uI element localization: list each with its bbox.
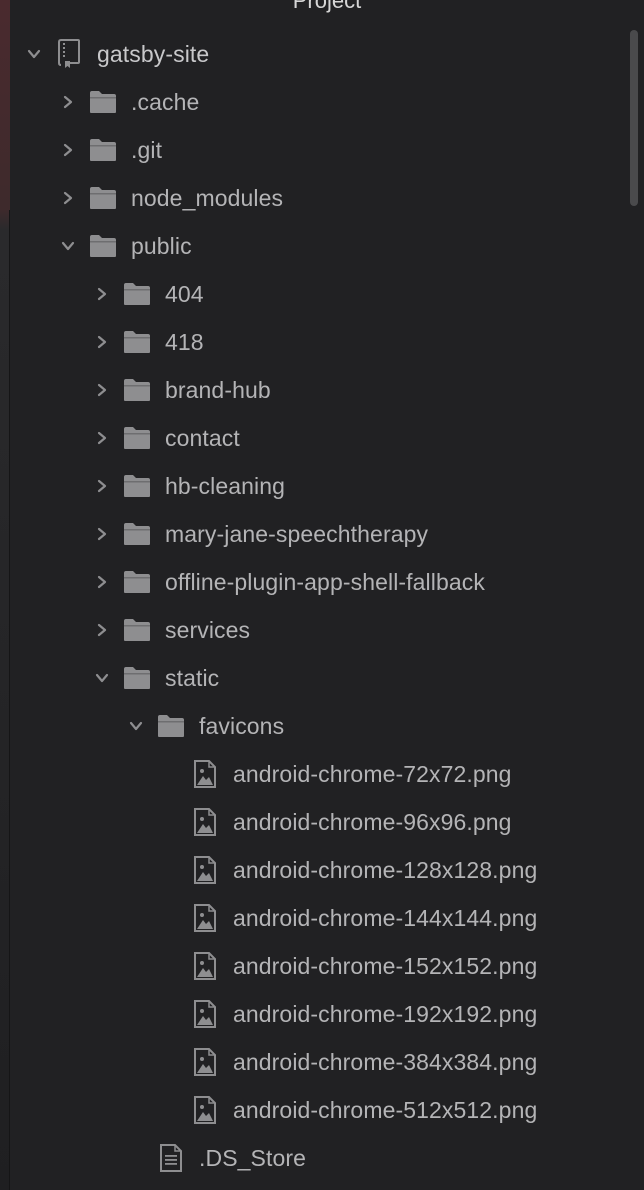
tree-item-label: android-chrome-144x144.png [233,904,538,931]
tree-item-label: 404 [165,280,204,307]
tree-item-label: contact [165,424,240,451]
folder-icon [89,184,117,212]
chevron-right-icon[interactable] [95,622,109,638]
tree-item-label: favicons [199,712,285,739]
tree-item-label: mary-jane-speechtherapy [165,520,429,547]
folder-icon [123,280,151,308]
tree-item-label: android-chrome-152x152.png [233,952,538,979]
tree-folder-row[interactable]: node_modules [10,174,630,222]
tree-file-row[interactable]: android-chrome-152x152.png [10,942,630,990]
tree-item-label: static [165,664,220,691]
tree-item-label: android-chrome-192x192.png [233,1000,538,1027]
image-file-icon [191,1000,219,1028]
chevron-right-icon[interactable] [61,142,75,158]
tree-folder-row[interactable]: static [10,654,630,702]
chevron-right-icon[interactable] [95,286,109,302]
tree-file-row[interactable]: .DS_Store [10,1134,630,1182]
tree-folder-row[interactable]: 404 [10,270,630,318]
folder-icon [123,568,151,596]
chevron-right-icon[interactable] [95,430,109,446]
repo-icon [55,39,83,68]
chevron-down-icon[interactable] [61,238,75,254]
tree-item-label: .git [131,136,163,163]
tree-item-label: 418 [165,328,204,355]
tree-item-label: gatsby-site [97,40,210,67]
chevron-right-icon[interactable] [95,574,109,590]
tree-folder-row[interactable]: hb-cleaning [10,462,630,510]
chevron-down-icon[interactable] [95,670,109,686]
tree-folder-row[interactable]: favicons [10,702,630,750]
text-file-icon [157,1144,185,1172]
tree-item-label: android-chrome-72x72.png [233,760,512,787]
tree-file-row[interactable]: android-chrome-144x144.png [10,894,630,942]
file-tree: gatsby-site .cache .git node_modulespublic 4… [10,30,630,1182]
tree-folder-row[interactable]: .git [10,126,630,174]
tree-item-label: brand-hub [165,376,271,403]
tree-item-label: android-chrome-96x96.png [233,808,512,835]
tree-file-row[interactable]: android-chrome-96x96.png [10,798,630,846]
chevron-right-icon[interactable] [95,478,109,494]
tree-item-label: android-chrome-512x512.png [233,1096,538,1123]
image-file-icon [191,856,219,884]
chevron-right-icon[interactable] [61,190,75,206]
tree-item-label: offline-plugin-app-shell-fallback [165,568,485,595]
tree-folder-row[interactable]: mary-jane-speechtherapy [10,510,630,558]
chevron-down-icon[interactable] [27,46,41,62]
tree-file-row[interactable]: android-chrome-192x192.png [10,990,630,1038]
tree-folder-row[interactable]: contact [10,414,630,462]
tree-folder-row[interactable]: .cache [10,78,630,126]
panel-title: Project [292,0,362,13]
tree-folder-row[interactable]: gatsby-site [10,30,630,78]
tree-file-row[interactable]: android-chrome-128x128.png [10,846,630,894]
image-file-icon [191,1048,219,1076]
image-file-icon [191,808,219,836]
tree-file-row[interactable]: android-chrome-72x72.png [10,750,630,798]
folder-icon [123,424,151,452]
folder-icon [89,232,117,260]
tree-item-label: public [131,232,192,259]
chevron-down-icon[interactable] [129,718,143,734]
tree-item-label: services [165,616,251,643]
tree-folder-row[interactable]: brand-hub [10,366,630,414]
tree-item-label: hb-cleaning [165,472,286,499]
image-file-icon [191,904,219,932]
folder-icon [123,472,151,500]
folder-icon [123,328,151,356]
scrollbar-thumb[interactable] [630,30,638,206]
chevron-right-icon[interactable] [95,382,109,398]
folder-icon [123,616,151,644]
image-file-icon [191,952,219,980]
folder-icon [157,712,185,740]
image-file-icon [191,760,219,788]
folder-icon [123,520,151,548]
folder-icon [123,664,151,692]
tree-folder-row[interactable]: services [10,606,630,654]
folder-icon [89,136,117,164]
tree-item-label: .cache [131,88,200,115]
tree-item-label: android-chrome-128x128.png [233,856,538,883]
tree-file-row[interactable]: android-chrome-384x384.png [10,1038,630,1086]
image-file-icon [191,1096,219,1124]
tree-item-label: .DS_Store [199,1144,307,1171]
tree-item-label: node_modules [131,184,284,211]
project-panel: Project gatsby-site .cache .git node_module… [10,0,644,1190]
tree-folder-row[interactable]: 418 [10,318,630,366]
tree-file-row[interactable]: android-chrome-512x512.png [10,1086,630,1134]
chevron-right-icon[interactable] [95,334,109,350]
tree-folder-row[interactable]: public [10,222,630,270]
tree-item-label: android-chrome-384x384.png [233,1048,538,1075]
folder-icon [89,88,117,116]
folder-icon [123,376,151,404]
tree-folder-row[interactable]: offline-plugin-app-shell-fallback [10,558,630,606]
chevron-right-icon[interactable] [95,526,109,542]
chevron-right-icon[interactable] [61,94,75,110]
